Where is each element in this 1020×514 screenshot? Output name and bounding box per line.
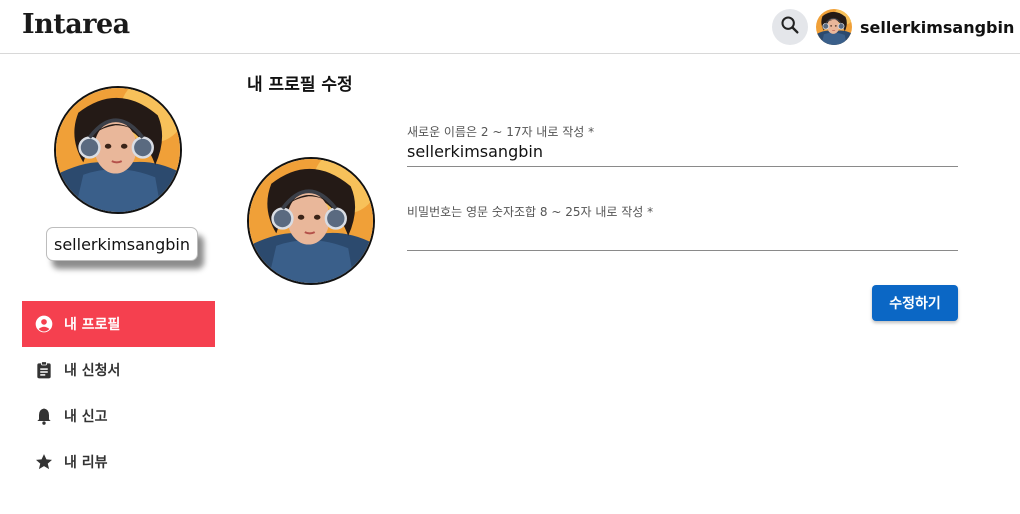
account-circle-icon [34,314,54,334]
sidebar-item-my-reviews[interactable]: 내 리뷰 [22,439,215,485]
user-menu[interactable]: sellerkimsangbin [816,9,1014,45]
edit-avatar[interactable] [247,157,375,285]
top-header: Intarea sellerkimsangbin [0,0,1020,54]
name-field: 새로운 이름은 2 ~ 17자 내로 작성 * [407,123,958,167]
name-input[interactable] [407,137,958,167]
clipboard-icon [34,360,54,380]
search-button[interactable] [772,9,808,45]
sidebar-item-my-profile[interactable]: 내 프로필 [22,301,215,347]
sidebar-item-label: 내 신청서 [64,363,121,379]
sidebar-item-label: 내 신고 [64,409,108,425]
profile-avatar [54,86,182,214]
search-icon [779,14,801,40]
password-input[interactable] [407,217,958,251]
profile-username: sellerkimsangbin [46,227,198,261]
sidebar-item-my-applications[interactable]: 내 신청서 [22,347,215,393]
star-icon [34,452,54,472]
header-username: sellerkimsangbin [860,17,1015,37]
sidebar-nav: 내 프로필 내 신청서 내 신고 내 리뷰 [22,301,215,485]
sidebar-item-label: 내 프로필 [64,317,121,333]
sidebar: sellerkimsangbin 내 프로필 내 신청서 내 신고 내 리뷰 [0,55,236,514]
bell-icon [34,406,54,426]
app-logo[interactable]: Intarea [22,9,130,40]
page-title: 내 프로필 수정 [247,75,353,95]
sidebar-item-my-reports[interactable]: 내 신고 [22,393,215,439]
sidebar-item-label: 내 리뷰 [64,455,108,471]
name-field-label: 새로운 이름은 2 ~ 17자 내로 작성 * [407,125,595,139]
submit-button[interactable]: 수정하기 [872,285,958,321]
password-field-label: 비밀번호는 영문 숫자조합 8 ~ 25자 내로 작성 * [407,205,654,219]
header-avatar [816,9,852,45]
password-field: 비밀번호는 영문 숫자조합 8 ~ 25자 내로 작성 * [407,203,958,251]
